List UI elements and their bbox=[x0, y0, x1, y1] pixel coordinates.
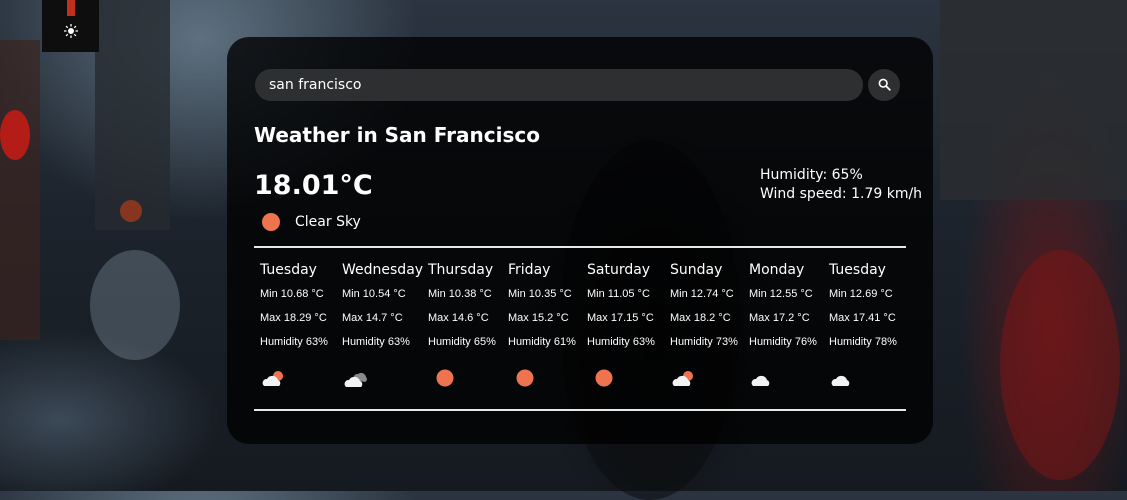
forecast-day-name: Friday bbox=[508, 262, 551, 278]
forecast-min-temp: Min 12.55 °C bbox=[749, 288, 813, 300]
forecast-min-temp: Min 11.05 °C bbox=[587, 288, 650, 300]
forecast-min-temp: Min 10.68 °C bbox=[260, 288, 324, 300]
forecast-min-temp: Min 10.35 °C bbox=[508, 288, 572, 300]
forecast-day: Sunday Min 12.74 °C Max 18.2 °C Humidity… bbox=[670, 260, 760, 386]
forecast-humidity: Humidity 63% bbox=[342, 336, 410, 348]
partly-cloudy-icon bbox=[262, 371, 283, 386]
sun-icon bbox=[595, 369, 613, 387]
forecast-min-temp: Min 10.38 °C bbox=[428, 288, 492, 300]
forecast-day-name: Saturday bbox=[587, 262, 651, 278]
cloud-icon bbox=[751, 375, 770, 386]
forecast-humidity: Humidity 76% bbox=[749, 336, 817, 348]
forecast-max-temp: Max 14.6 °C bbox=[428, 312, 489, 324]
forecast-day: Tuesday Min 10.68 °C Max 18.29 °C Humidi… bbox=[260, 260, 350, 386]
partly-cloudy-icon bbox=[672, 371, 693, 386]
sun-icon bbox=[262, 213, 280, 231]
forecast-min-temp: Min 10.54 °C bbox=[342, 288, 406, 300]
forecast-day-name: Tuesday bbox=[829, 262, 886, 278]
search-icon bbox=[878, 78, 891, 91]
forecast-day-name: Monday bbox=[749, 262, 805, 278]
forecast-max-temp: Max 14.7 °C bbox=[342, 312, 403, 324]
forecast-max-temp: Max 17.41 °C bbox=[829, 312, 896, 324]
forecast-day: Friday Min 10.35 °C Max 15.2 °C Humidity… bbox=[508, 260, 598, 387]
forecast-day: Wednesday Min 10.54 °C Max 14.7 °C Humid… bbox=[342, 260, 432, 387]
forecast-day: Thursday Min 10.38 °C Max 14.6 °C Humidi… bbox=[428, 260, 518, 387]
forecast-day-name: Wednesday bbox=[342, 262, 424, 278]
forecast-humidity: Humidity 63% bbox=[587, 336, 655, 348]
forecast-max-temp: Max 18.29 °C bbox=[260, 312, 327, 324]
current-wind-speed: Wind speed: 1.79 km/h bbox=[760, 186, 923, 202]
sun-icon bbox=[516, 369, 534, 387]
forecast-humidity: Humidity 61% bbox=[508, 336, 576, 348]
forecast-day: Tuesday Min 12.69 °C Max 17.41 °C Humidi… bbox=[829, 260, 919, 386]
forecast-day: Monday Min 12.55 °C Max 17.2 °C Humidity… bbox=[749, 260, 839, 386]
sun-icon bbox=[436, 369, 454, 387]
forecast-humidity: Humidity 73% bbox=[670, 336, 738, 348]
forecast-max-temp: Max 15.2 °C bbox=[508, 312, 569, 324]
forecast-humidity: Humidity 65% bbox=[428, 336, 496, 348]
sun-icon bbox=[64, 24, 78, 38]
page-title: Weather in San Francisco bbox=[254, 123, 540, 147]
forecast-day-name: Tuesday bbox=[260, 262, 317, 278]
forecast-max-temp: Max 17.2 °C bbox=[749, 312, 810, 324]
forecast-min-temp: Min 12.69 °C bbox=[829, 288, 893, 300]
weather-condition: Clear Sky bbox=[295, 214, 361, 230]
forecast-max-temp: Max 18.2 °C bbox=[670, 312, 731, 324]
overcast-cloud-icon bbox=[344, 372, 367, 387]
current-temperature: 18.01°C bbox=[254, 170, 373, 201]
current-humidity: Humidity: 65% bbox=[760, 167, 863, 183]
search-input[interactable] bbox=[255, 69, 863, 101]
forecast-min-temp: Min 12.74 °C bbox=[670, 288, 734, 300]
cloud-icon bbox=[831, 375, 850, 386]
forecast-humidity: Humidity 63% bbox=[260, 336, 328, 348]
forecast-max-temp: Max 17.15 °C bbox=[587, 312, 654, 324]
weather-card: Weather in San Francisco 18.01°C Clear S… bbox=[227, 37, 933, 444]
forecast-day-name: Sunday bbox=[670, 262, 723, 278]
forecast-humidity: Humidity 78% bbox=[829, 336, 897, 348]
forecast-day: Saturday Min 11.05 °C Max 17.15 °C Humid… bbox=[587, 260, 677, 387]
theme-indicator bbox=[67, 0, 75, 16]
theme-toggle[interactable] bbox=[42, 0, 99, 52]
divider bbox=[254, 246, 906, 248]
divider bbox=[254, 409, 906, 411]
search-button[interactable] bbox=[868, 69, 900, 101]
forecast-day-name: Thursday bbox=[428, 262, 494, 278]
